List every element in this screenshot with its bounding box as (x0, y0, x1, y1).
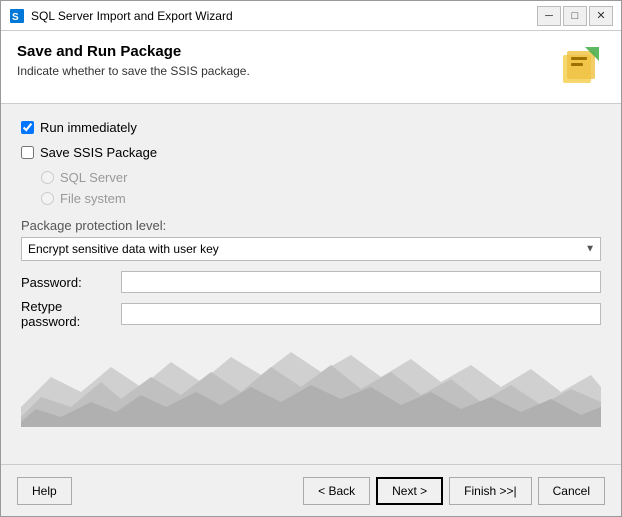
password-label: Password: (21, 275, 121, 290)
ssis-icon (557, 43, 605, 91)
header: Save and Run Package Indicate whether to… (1, 31, 621, 104)
window-controls: ─ □ ✕ (537, 6, 613, 26)
file-system-row: File system (41, 191, 601, 206)
protection-level-group: Package protection level: Encrypt sensit… (21, 218, 601, 261)
retype-password-input[interactable] (121, 303, 601, 325)
password-row: Password: (21, 271, 601, 293)
protection-dropdown-wrapper: Encrypt sensitive data with user key Do … (21, 237, 601, 261)
mountains-svg (21, 337, 601, 427)
footer-left: Help (17, 477, 303, 505)
next-button[interactable]: Next > (376, 477, 443, 505)
main-window: S SQL Server Import and Export Wizard ─ … (0, 0, 622, 517)
app-icon: S (9, 8, 25, 24)
terrain-decoration (21, 337, 601, 427)
footer: Help < Back Next > Finish >>| Cancel (1, 464, 621, 516)
run-immediately-checkbox[interactable] (21, 121, 34, 134)
svg-text:S: S (12, 12, 19, 23)
title-bar: S SQL Server Import and Export Wizard ─ … (1, 1, 621, 31)
back-button[interactable]: < Back (303, 477, 370, 505)
minimize-button[interactable]: ─ (537, 6, 561, 26)
radio-group: SQL Server File system (41, 170, 601, 206)
finish-button[interactable]: Finish >>| (449, 477, 531, 505)
save-ssis-label: Save SSIS Package (40, 145, 157, 160)
maximize-button[interactable]: □ (563, 6, 587, 26)
window-title: SQL Server Import and Export Wizard (31, 9, 537, 23)
sql-server-label: SQL Server (60, 170, 127, 185)
page-subtitle: Indicate whether to save the SSIS packag… (17, 64, 250, 78)
page-title: Save and Run Package (17, 43, 250, 60)
protection-level-select[interactable]: Encrypt sensitive data with user key Do … (21, 237, 601, 261)
password-input[interactable] (121, 271, 601, 293)
help-button[interactable]: Help (17, 477, 72, 505)
file-system-label: File system (60, 191, 126, 206)
close-button[interactable]: ✕ (589, 6, 613, 26)
retype-password-row: Retype password: (21, 299, 601, 329)
content-area: Run immediately Save SSIS Package SQL Se… (1, 104, 621, 464)
retype-password-label: Retype password: (21, 299, 121, 329)
sql-server-row: SQL Server (41, 170, 601, 185)
header-text: Save and Run Package Indicate whether to… (17, 43, 250, 78)
save-ssis-checkbox[interactable] (21, 146, 34, 159)
run-immediately-label: Run immediately (40, 120, 137, 135)
save-ssis-row: Save SSIS Package (21, 145, 601, 160)
run-immediately-row: Run immediately (21, 120, 601, 135)
sql-server-radio[interactable] (41, 171, 54, 184)
protection-level-label: Package protection level: (21, 218, 601, 233)
cancel-button[interactable]: Cancel (538, 477, 605, 505)
file-system-radio[interactable] (41, 192, 54, 205)
footer-right: < Back Next > Finish >>| Cancel (303, 477, 605, 505)
